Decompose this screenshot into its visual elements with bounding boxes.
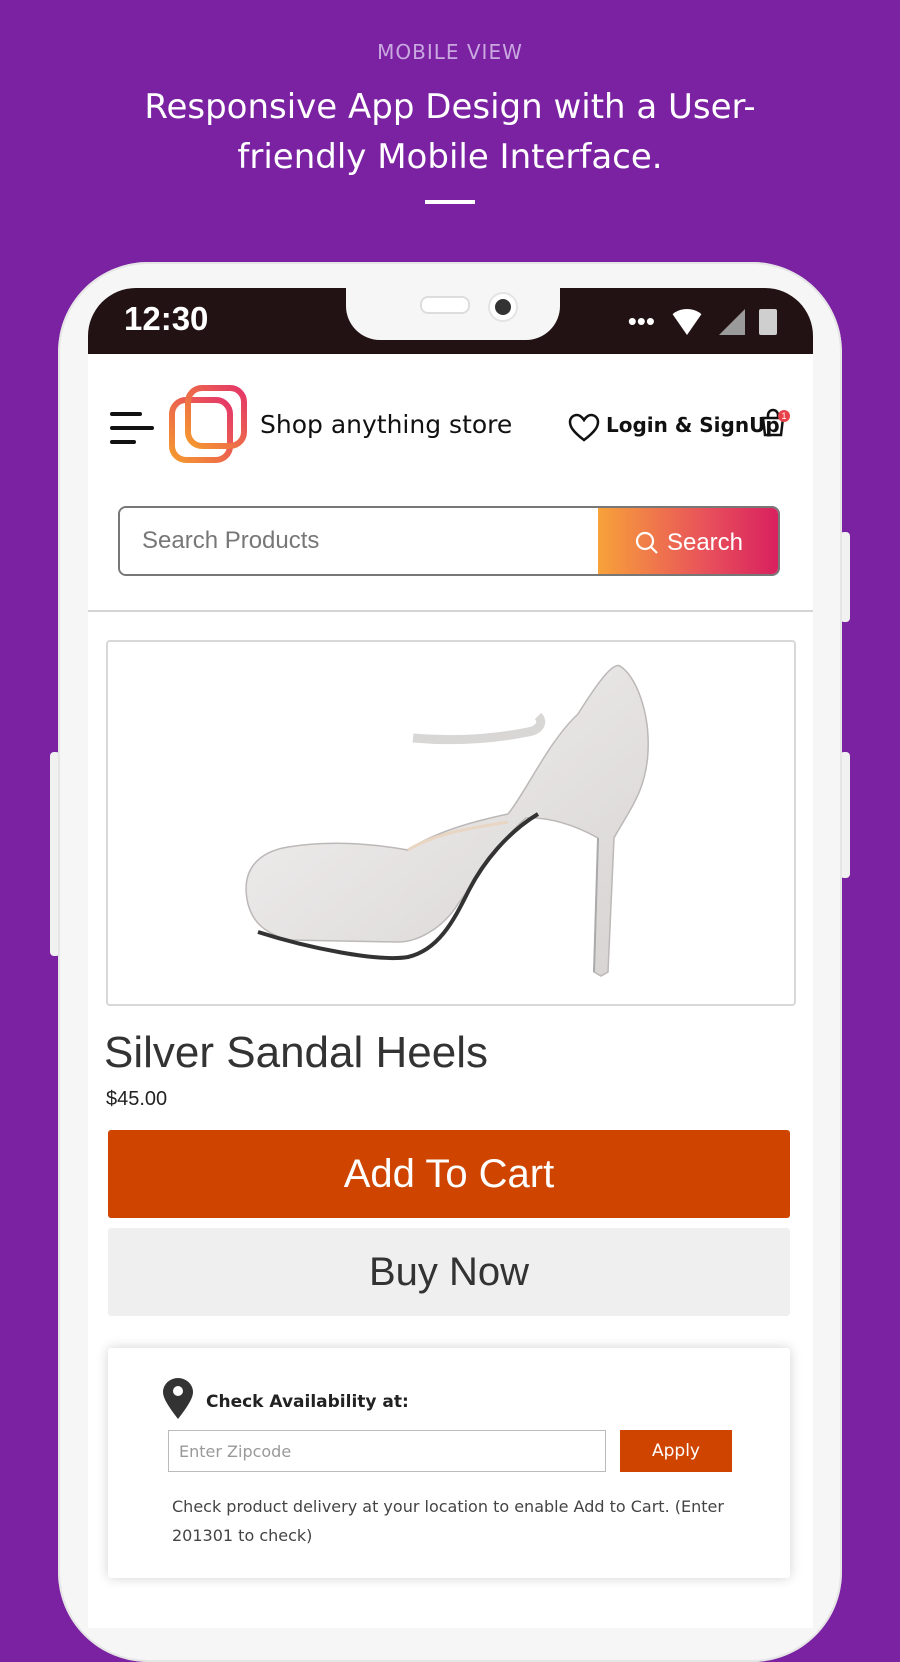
zipcode-input[interactable] (168, 1430, 606, 1472)
add-to-cart-button[interactable]: Add To Cart (108, 1130, 790, 1218)
battery-icon (759, 308, 777, 335)
heart-icon[interactable] (568, 413, 600, 443)
wifi-icon (669, 308, 705, 335)
hero-title: Responsive App Design with a User-friend… (144, 87, 756, 177)
phone-screen: 12:30 ••• Shop anything store Login & Si… (88, 288, 813, 1628)
search-input[interactable] (120, 508, 600, 574)
notch (346, 288, 560, 340)
signal-icon (719, 308, 745, 335)
menu-line (110, 426, 154, 430)
hero-divider (425, 200, 475, 204)
apply-button[interactable]: Apply (620, 1430, 732, 1472)
login-signup-link[interactable]: Login & SignUp (606, 413, 780, 437)
store-logo-icon[interactable] (168, 384, 248, 464)
search-bar: Search (118, 506, 780, 576)
menu-line (110, 412, 142, 416)
search-button[interactable]: Search (598, 508, 778, 574)
system-icons: ••• (628, 306, 777, 337)
availability-label: Check Availability at: (206, 1392, 409, 1412)
notification-dots-icon: ••• (627, 306, 655, 336)
product-title: Silver Sandal Heels (104, 1028, 488, 1077)
product-image (245, 664, 649, 977)
search-icon (635, 531, 658, 554)
menu-button[interactable] (110, 412, 154, 448)
header-divider (88, 610, 813, 612)
store-name: Shop anything store (260, 410, 513, 439)
product-image-frame[interactable] (106, 640, 796, 1006)
hero-kicker: MOBILE VIEW (377, 40, 523, 64)
cart-count-badge: 1 (778, 410, 790, 422)
availability-note: Check product delivery at your location … (172, 1497, 724, 1545)
menu-line (110, 440, 136, 444)
search-button-label: Search (666, 529, 744, 556)
camera-icon (488, 292, 518, 322)
buy-now-button[interactable]: Buy Now (108, 1228, 790, 1316)
location-pin-icon (163, 1378, 193, 1419)
availability-card: Check Availability at: Apply Check produ… (108, 1348, 790, 1578)
status-bar: 12:30 ••• (88, 288, 813, 354)
status-time: 12:30 (124, 300, 209, 337)
speaker-icon (420, 296, 470, 314)
product-price: $45.00 (106, 1088, 168, 1110)
